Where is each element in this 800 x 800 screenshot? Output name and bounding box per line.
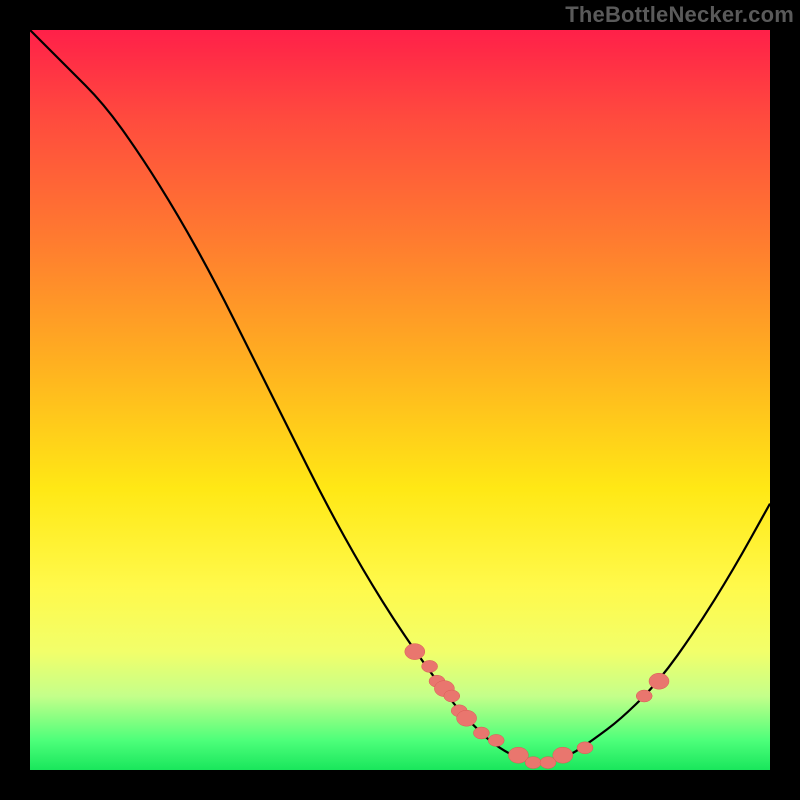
data-markers <box>405 644 669 769</box>
data-marker <box>636 690 652 702</box>
data-marker <box>649 673 669 689</box>
data-marker <box>488 734 504 746</box>
chart-frame: TheBottleNecker.com <box>0 0 800 800</box>
data-marker <box>444 690 460 702</box>
data-marker <box>473 727 489 739</box>
data-marker <box>525 757 541 769</box>
bottleneck-curve <box>30 30 770 763</box>
watermark-text: TheBottleNecker.com <box>565 2 794 28</box>
data-marker <box>553 747 573 763</box>
plot-area <box>30 30 770 770</box>
data-marker <box>405 644 425 660</box>
data-marker <box>457 710 477 726</box>
data-marker <box>422 660 438 672</box>
chart-svg <box>30 30 770 770</box>
data-marker <box>577 742 593 754</box>
